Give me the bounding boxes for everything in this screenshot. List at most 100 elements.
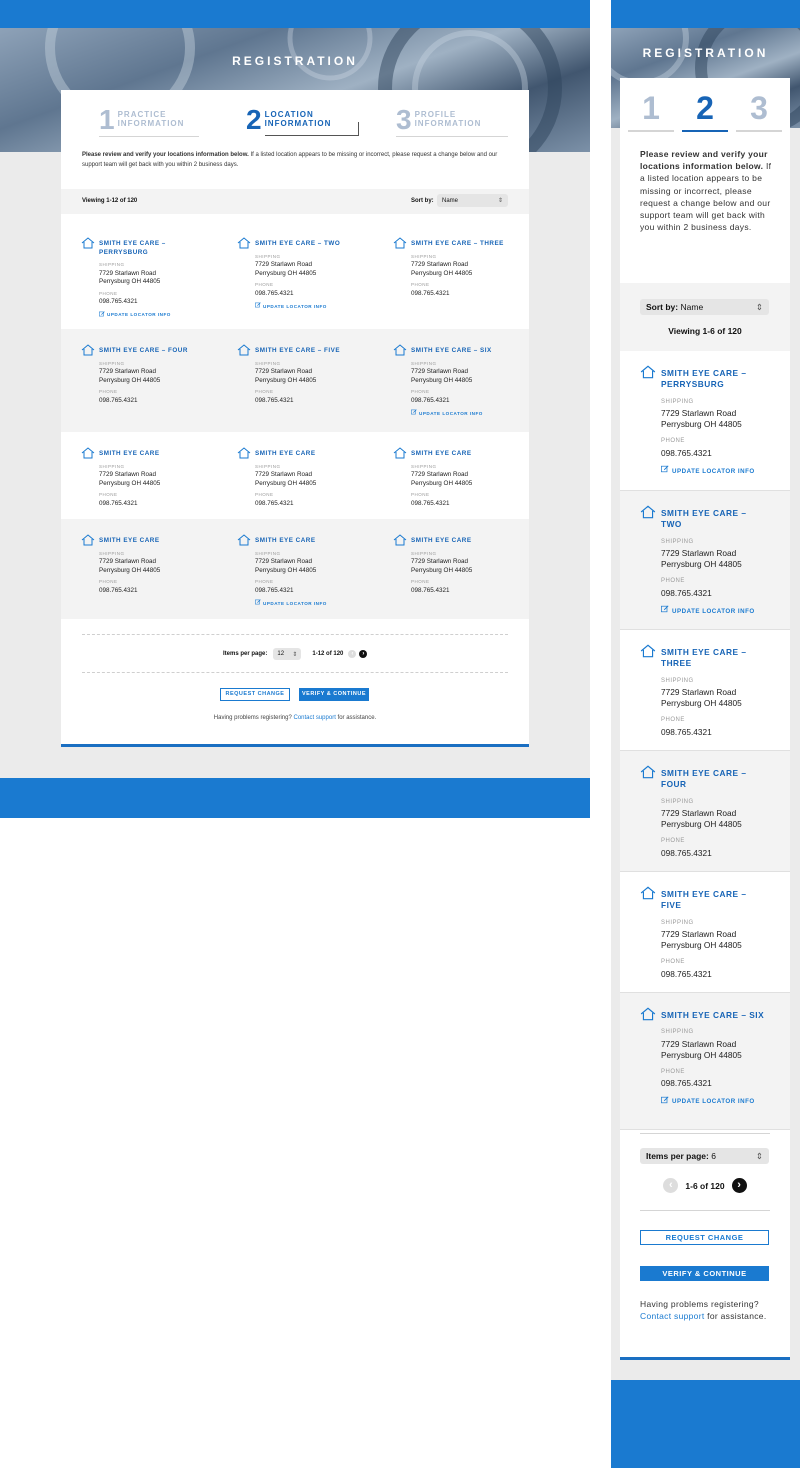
shipping-label: SHIPPING <box>99 262 125 267</box>
mobile-step-1[interactable]: 1 <box>628 90 674 132</box>
mobile-steps: 1 2 3 <box>628 90 782 132</box>
intro-text: Please review and verify your locations … <box>82 151 512 170</box>
location-name[interactable]: SMITH EYE CARE – SIX <box>661 1010 786 1021</box>
location-name[interactable]: SMITH EYE CARE – <box>661 508 786 519</box>
update-locator-link[interactable]: UPDATE LOCATOR INFO <box>661 465 786 477</box>
house-icon <box>237 236 251 254</box>
shipping-label: SHIPPING <box>255 550 281 556</box>
update-locator-link[interactable]: UPDATE LOCATOR INFO <box>411 409 492 419</box>
step-1-underline <box>99 136 199 137</box>
location-name-line2[interactable]: THREE <box>661 658 786 669</box>
shipping-label: SHIPPING <box>661 919 694 926</box>
edit-icon <box>661 465 669 477</box>
location-name[interactable]: SMITH EYE CARE – SIX <box>411 347 492 356</box>
location-card: SMITH EYE CARE SHIPPING 7729 Starlawn Road… <box>373 432 529 519</box>
mobile-prev-page-icon[interactable]: ‹ <box>663 1178 679 1193</box>
location-name[interactable]: SMITH EYE CARE – <box>661 889 786 900</box>
update-locator-link[interactable]: UPDATE LOCATOR INFO <box>255 302 340 312</box>
location-card: SMITH EYE CARE – FOUR SHIPPING 7729 Starla… <box>61 329 217 432</box>
location-row: SMITH EYE CARE – PERRYSBURG SHIPPING 7729 S… <box>61 222 529 329</box>
address-line2: Perrysburg OH 44805 <box>411 376 473 384</box>
mobile-contact-support-link[interactable]: Contact support <box>640 1311 705 1321</box>
address-line2: Perrysburg OH 44805 <box>99 479 161 487</box>
mobile-request-change-button[interactable]: REQUEST CHANGE <box>640 1230 769 1245</box>
location-name-line2[interactable]: FIVE <box>661 900 786 911</box>
location-name[interactable]: SMITH EYE CARE <box>255 537 327 546</box>
prev-page-icon[interactable]: ‹ <box>348 650 357 658</box>
mobile-help-pre: Having problems registering? <box>640 1299 759 1309</box>
phone-number: 098.765.4321 <box>661 968 712 979</box>
phone-label: PHONE <box>661 1069 685 1076</box>
items-per-page-label: Items per page: <box>223 651 268 657</box>
shipping-label: SHIPPING <box>411 253 437 259</box>
location-name[interactable]: SMITH EYE CARE – THREE <box>411 240 504 249</box>
phone-number: 098.765.4321 <box>99 499 138 507</box>
phone-number: 098.765.4321 <box>411 396 450 404</box>
house-icon <box>81 343 95 361</box>
pagination: Items per page: 12 ⇕ 1-12 of 120 ‹ › <box>223 648 368 660</box>
shipping-label: SHIPPING <box>99 360 125 366</box>
location-name-line2[interactable]: PERRYSBURG <box>99 249 171 258</box>
phone-number: 098.765.4321 <box>411 586 450 594</box>
update-locator-link[interactable]: UPDATE LOCATOR INFO <box>661 1096 786 1108</box>
location-name[interactable]: SMITH EYE CARE – <box>661 368 786 379</box>
step-1[interactable]: 1 PRACTICE INFORMATION <box>99 106 184 134</box>
phone-label: PHONE <box>255 492 274 497</box>
shipping-label: SHIPPING <box>661 1029 694 1036</box>
phone-label: PHONE <box>99 492 118 497</box>
mobile-sort-select[interactable]: Sort by: Name ⇕ <box>640 299 769 315</box>
location-name-line2[interactable]: FOUR <box>661 779 786 790</box>
mobile-step-1-number: 1 <box>642 90 660 126</box>
location-row: SMITH EYE CARE SHIPPING 7729 Starlawn Road… <box>61 519 529 619</box>
mobile-items-per-page-select[interactable]: Items per page: 6 ⇕ <box>640 1148 769 1164</box>
phone-number: 098.765.4321 <box>255 586 294 594</box>
update-locator-label: UPDATE LOCATOR INFO <box>263 303 327 309</box>
phone-number: 098.765.4321 <box>661 447 712 458</box>
phone-label: PHONE <box>661 438 685 445</box>
update-locator-link[interactable]: UPDATE LOCATOR INFO <box>255 599 327 609</box>
address-line1: 7729 Starlawn Road <box>99 558 157 565</box>
phone-label: PHONE <box>255 579 274 584</box>
location-name[interactable]: SMITH EYE CARE – TWO <box>255 240 340 249</box>
mobile-location-card: SMITH EYE CARE – THREE SHIPPING 7729 Starla… <box>620 630 790 751</box>
house-icon <box>640 365 656 384</box>
mobile-sort-value: Name <box>680 302 704 312</box>
mobile-step-2[interactable]: 2 <box>682 90 728 132</box>
house-icon <box>640 505 656 524</box>
contact-support-link[interactable]: Contact support <box>294 715 336 721</box>
location-name[interactable]: SMITH EYE CARE – FIVE <box>255 347 340 356</box>
location-card: SMITH EYE CARE – TWO SHIPPING 7729 Starlaw… <box>217 222 373 329</box>
update-locator-link[interactable]: UPDATE LOCATOR INFO <box>99 310 171 321</box>
mobile-next-page-icon[interactable]: › <box>731 1178 747 1193</box>
intro-bold: Please review and verify your locations … <box>82 152 249 158</box>
mobile-step-3[interactable]: 3 <box>736 90 782 132</box>
next-page-icon[interactable]: › <box>359 650 368 658</box>
mobile-pagination: ‹ 1-6 of 120 › <box>620 1178 790 1193</box>
address-line1: 7729 Starlawn Road <box>255 471 313 478</box>
location-name[interactable]: SMITH EYE CARE <box>255 450 316 459</box>
update-locator-label: UPDATE LOCATOR INFO <box>672 467 755 475</box>
location-name-line2[interactable]: PERRYSBURG <box>661 379 786 390</box>
update-locator-label: UPDATE LOCATOR INFO <box>107 312 171 317</box>
location-name[interactable]: SMITH EYE CARE – <box>99 240 171 249</box>
items-per-page-select[interactable]: 12 ⇕ <box>273 648 302 660</box>
location-name[interactable]: SMITH EYE CARE <box>99 450 160 459</box>
help-text: Having problems registering? Contact sup… <box>61 715 529 721</box>
mobile-intro-text: Please review and verify your locations … <box>640 148 774 233</box>
shipping-label: SHIPPING <box>661 538 694 545</box>
location-name[interactable]: SMITH EYE CARE <box>411 450 472 459</box>
step-3[interactable]: 3 PROFILE INFORMATION <box>396 106 481 134</box>
address-line2: Perrysburg OH 44805 <box>661 940 742 951</box>
sort-select[interactable]: Name ⇕ <box>437 194 508 207</box>
location-name[interactable]: SMITH EYE CARE – <box>661 647 786 658</box>
mobile-verify-continue-button[interactable]: VERIFY & CONTINUE <box>640 1266 769 1281</box>
location-name-line2[interactable]: TWO <box>661 519 786 530</box>
update-locator-link[interactable]: UPDATE LOCATOR INFO <box>661 605 786 617</box>
location-name[interactable]: SMITH EYE CARE – <box>661 768 786 779</box>
location-name[interactable]: SMITH EYE CARE – FOUR <box>99 347 188 356</box>
location-name[interactable]: SMITH EYE CARE <box>99 537 160 546</box>
location-name[interactable]: SMITH EYE CARE <box>411 537 472 546</box>
verify-continue-button[interactable]: VERIFY & CONTINUE <box>299 688 369 701</box>
request-change-button[interactable]: REQUEST CHANGE <box>220 688 290 701</box>
phone-label: PHONE <box>661 717 685 724</box>
